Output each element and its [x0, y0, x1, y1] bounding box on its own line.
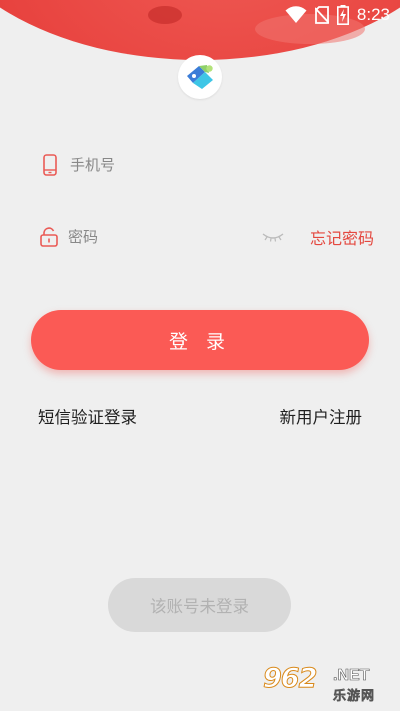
- password-input[interactable]: [68, 228, 262, 246]
- phone-input[interactable]: [70, 156, 362, 174]
- no-sim-icon: [314, 6, 329, 24]
- phone-field[interactable]: [40, 150, 362, 180]
- eye-closed-icon[interactable]: [262, 231, 284, 243]
- watermark-site: 乐游网: [333, 689, 376, 705]
- sms-login-link[interactable]: 短信验证登录: [38, 404, 137, 428]
- app-logo-icon: [187, 65, 213, 89]
- battery-charging-icon: [336, 5, 349, 25]
- forgot-password-link[interactable]: 忘记密码: [310, 225, 374, 249]
- wifi-icon: [285, 6, 307, 24]
- login-button[interactable]: 登 录: [31, 310, 369, 370]
- phone-icon: [40, 154, 60, 176]
- status-time: 8:23: [356, 5, 390, 24]
- status-bar: 8:23: [0, 0, 400, 30]
- not-logged-in-button[interactable]: 该账号未登录: [108, 578, 291, 632]
- site-watermark: 962 .NET 乐游网: [261, 663, 396, 705]
- app-logo: [178, 55, 222, 99]
- unlock-icon: [40, 227, 58, 247]
- register-link[interactable]: 新用户注册: [280, 404, 363, 428]
- password-field[interactable]: 忘记密码: [40, 222, 374, 252]
- watermark-number: 962: [262, 663, 317, 695]
- watermark-domain: .NET: [333, 667, 370, 685]
